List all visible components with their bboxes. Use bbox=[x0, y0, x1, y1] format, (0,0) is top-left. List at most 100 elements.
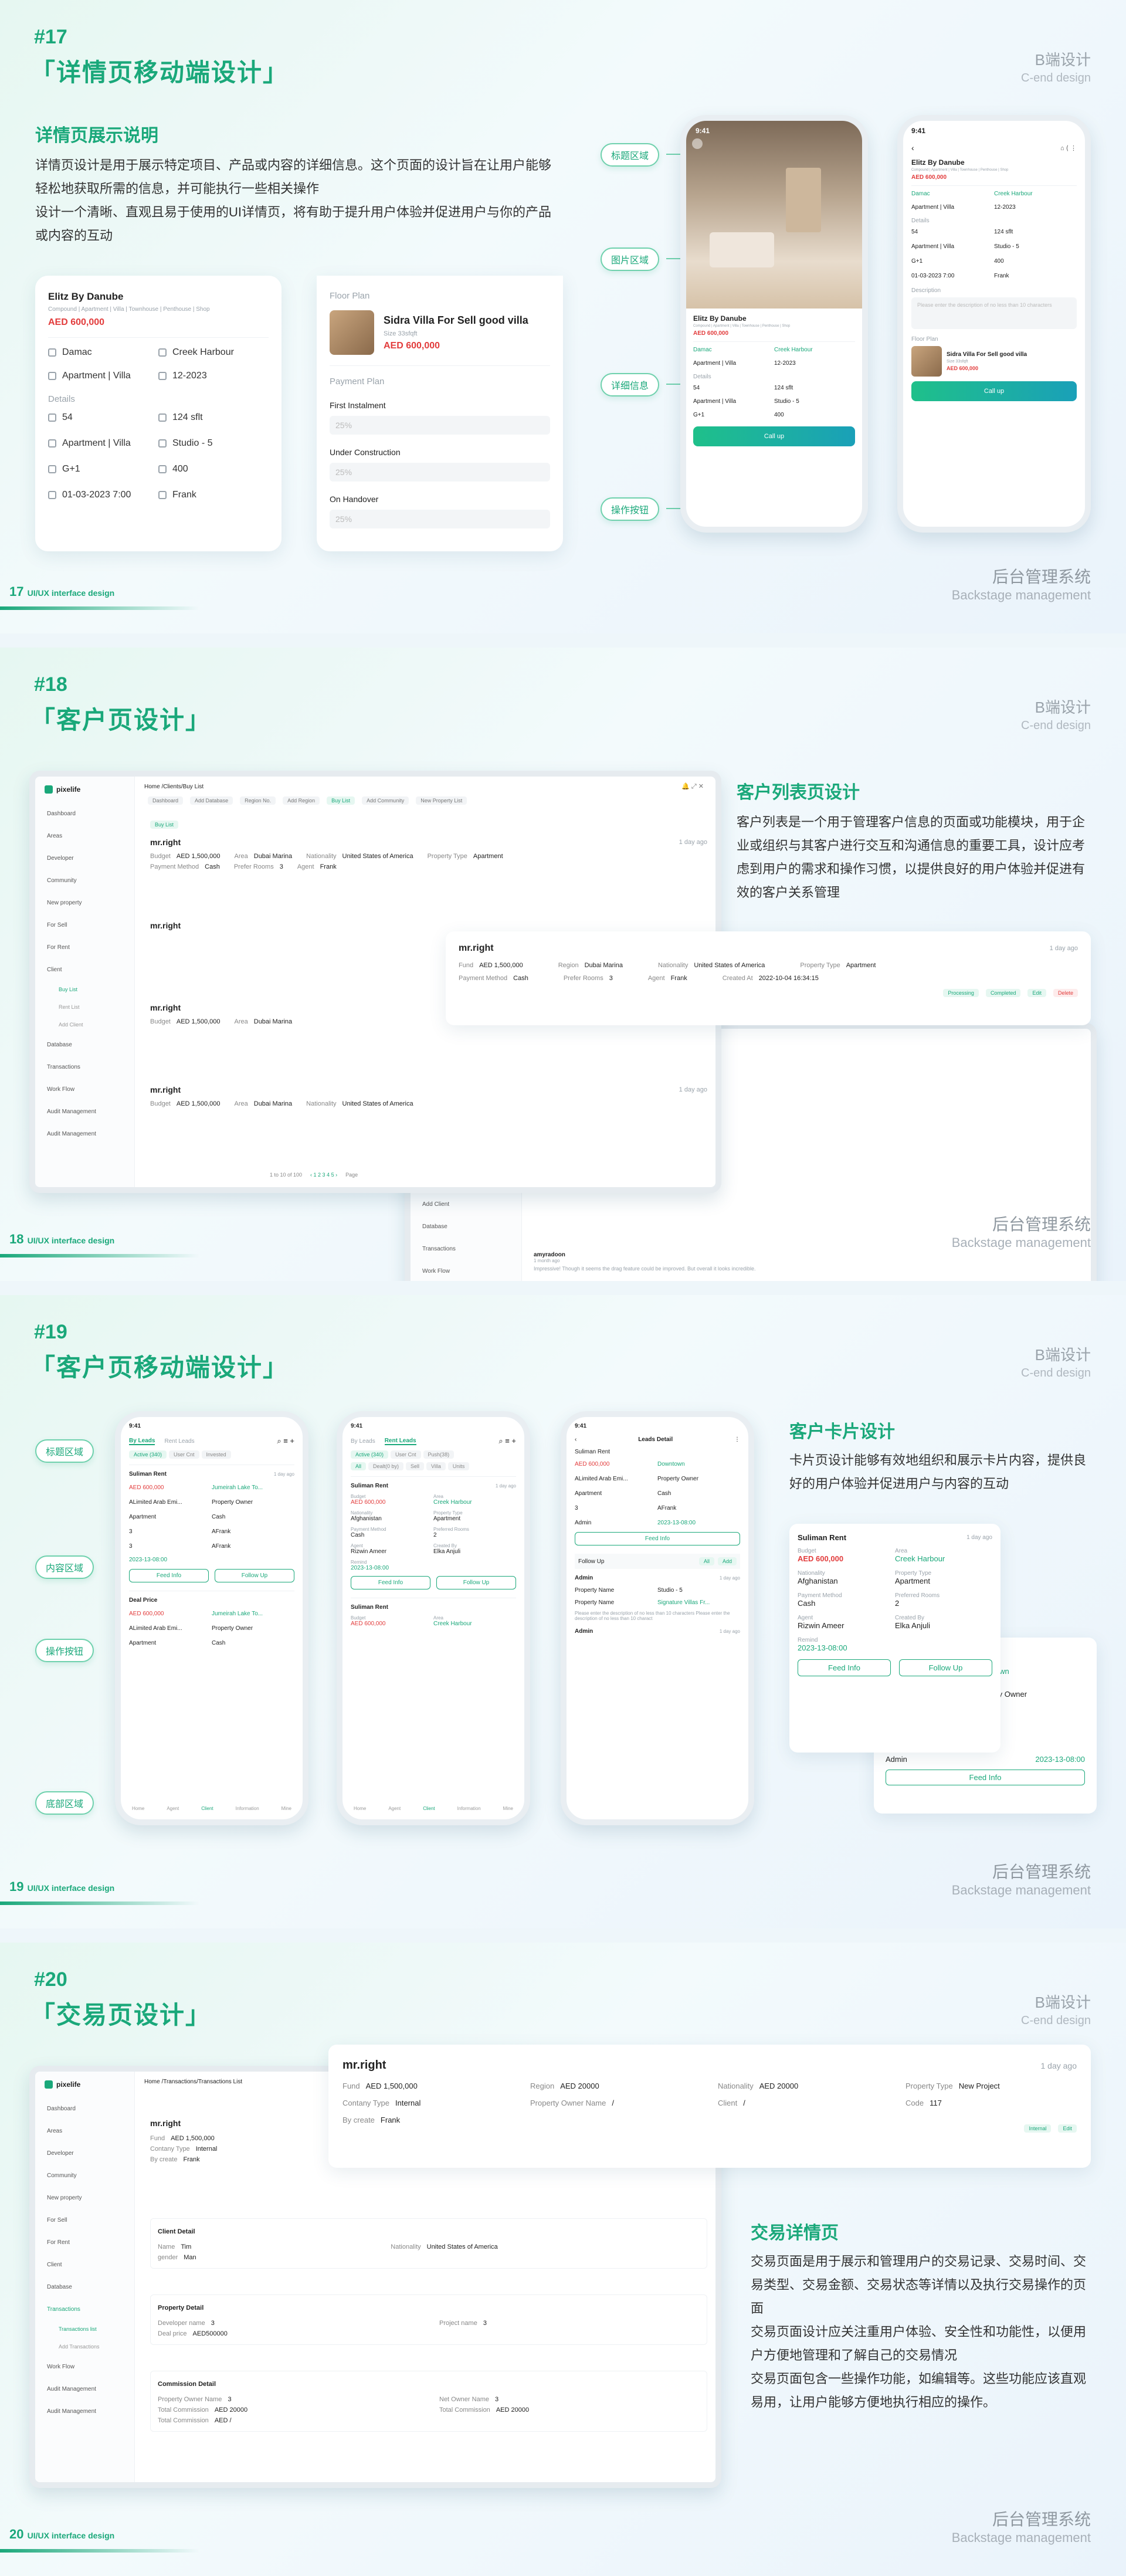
sidebar-item-buy-list[interactable]: Buy List bbox=[35, 981, 134, 998]
back-icon[interactable]: ‹ bbox=[911, 143, 914, 152]
feed-info-button[interactable]: Feed Info bbox=[798, 1659, 891, 1676]
filter-tab[interactable]: Add Community bbox=[362, 796, 409, 805]
delete-button[interactable]: Delete bbox=[1053, 989, 1078, 997]
nav-agent[interactable]: Agent bbox=[388, 1806, 401, 1811]
client-card[interactable]: Suliman Rent 1 day ago Budget AED 600,000 … bbox=[789, 1524, 1000, 1753]
filter-all[interactable]: All bbox=[698, 1557, 714, 1565]
transaction-popup-card[interactable]: mr.right 1 day ago Fund AED 1,500,000 Regi… bbox=[328, 2045, 1091, 2168]
tab-by-leads[interactable]: By Leads bbox=[351, 1438, 375, 1445]
follow-up-button[interactable]: Follow Up bbox=[436, 1576, 516, 1589]
filter-invested[interactable]: Invested bbox=[201, 1450, 231, 1459]
nav-mine[interactable]: Mine bbox=[503, 1806, 513, 1811]
feed-info-button[interactable]: Feed Info bbox=[575, 1532, 740, 1545]
action-icons[interactable]: ⌂ ⟨ ⋮ bbox=[1060, 144, 1077, 152]
sidebar-item-audit[interactable]: Audit Management bbox=[35, 1100, 134, 1123]
description-field[interactable]: Please enter the description of no less … bbox=[911, 297, 1077, 329]
location-1[interactable]: Damac bbox=[693, 347, 774, 353]
handover-field[interactable]: 25% bbox=[330, 510, 550, 528]
filter-push[interactable]: Push(38) bbox=[423, 1450, 455, 1459]
sidebar-item-client[interactable]: Client bbox=[35, 2253, 134, 2276]
search-filter-add-icons[interactable]: ⌕ ≡ + bbox=[498, 1436, 516, 1446]
nav-agent[interactable]: Agent bbox=[167, 1806, 179, 1811]
lead-card-2[interactable]: Deal Price AED 600,000 Jumeirah Lake To.… bbox=[129, 1591, 294, 1646]
sidebar-item-transactions-list[interactable]: Transactions list bbox=[35, 2320, 134, 2338]
sidebar-item-transactions[interactable]: Transactions bbox=[35, 1056, 134, 1078]
filter-user[interactable]: User Cnt bbox=[391, 1450, 421, 1459]
sidebar-item-add-transactions[interactable]: Add Transactions bbox=[35, 2338, 134, 2355]
client-row[interactable]: mr.right 1 day ago Budget AED 1,500,000 Ar… bbox=[150, 1085, 707, 1107]
sidebar-item-for-rent[interactable]: For Rent bbox=[35, 2231, 134, 2253]
sidebar-item-areas[interactable]: Areas bbox=[35, 2120, 134, 2142]
more-icon[interactable]: ⋮ bbox=[734, 1436, 740, 1443]
pagination[interactable]: 1 to 10 of 100 ‹ 1 2 3 4 5 › Page bbox=[270, 1172, 358, 1178]
sidebar-item-for-sell[interactable]: For Sell bbox=[35, 914, 134, 936]
sidebar-item-community[interactable]: Community bbox=[35, 869, 134, 892]
filter-tab[interactable]: Dashboard bbox=[148, 796, 184, 805]
completed-badge[interactable]: Completed bbox=[985, 989, 1021, 997]
follow-up-item[interactable]: Admin 1 day ago Property Name Studio - 5 … bbox=[575, 1575, 740, 1621]
sidebar-item-work-flow[interactable]: Work Flow bbox=[35, 1078, 134, 1100]
filter-tab[interactable]: New Property List bbox=[416, 796, 467, 805]
nav-home[interactable]: Home bbox=[354, 1806, 366, 1811]
lead-card-2[interactable]: Suliman Rent Budget AED 600,000 Area Creek… bbox=[351, 1598, 516, 1627]
sidebar-item-new-property[interactable]: New property bbox=[35, 2187, 134, 2209]
sidebar-item-audit-2[interactable]: Audit Management bbox=[35, 2400, 134, 2422]
back-icon[interactable] bbox=[692, 138, 703, 149]
follow-up-button[interactable]: Follow Up bbox=[899, 1659, 992, 1676]
buy-list-chip[interactable]: Buy List bbox=[150, 821, 179, 829]
sidebar-item-audit[interactable]: Audit Management bbox=[35, 2378, 134, 2400]
location-2[interactable]: Creek Harbour bbox=[158, 347, 269, 358]
sidebar-item-work-flow[interactable]: Work Flow bbox=[35, 2355, 134, 2378]
location-1[interactable]: Damac bbox=[911, 191, 994, 197]
sidebar-item-transactions[interactable]: Transactions bbox=[35, 2298, 134, 2320]
location-1[interactable]: Damac bbox=[48, 347, 158, 358]
internal-badge[interactable]: Internal bbox=[1024, 2124, 1052, 2133]
feed-info-button[interactable]: Feed Info bbox=[129, 1569, 209, 1582]
chip[interactable]: Units bbox=[447, 1462, 470, 1470]
filter-active[interactable]: Active (340) bbox=[129, 1450, 167, 1459]
side-item[interactable]: Work Flow bbox=[411, 1260, 521, 1281]
sidebar-item-database[interactable]: Database bbox=[35, 1033, 134, 1056]
tab-by-leads[interactable]: By Leads bbox=[129, 1438, 155, 1445]
sidebar-item-rent-list[interactable]: Rent List bbox=[35, 998, 134, 1016]
sidebar-item-client[interactable]: Client bbox=[35, 958, 134, 981]
side-item[interactable]: Transactions bbox=[411, 1238, 521, 1260]
sidebar-item-for-sell[interactable]: For Sell bbox=[35, 2209, 134, 2231]
client-popup-card[interactable]: mr.right 1 day ago Fund AED 1,500,000 Regi… bbox=[446, 931, 1091, 1025]
sidebar-item-new-property[interactable]: New property bbox=[35, 892, 134, 914]
lead-card[interactable]: Suliman Rent 1 day ago Budget AED 600,000 … bbox=[351, 1476, 516, 1589]
floor-plan-item[interactable]: Sidra Villa For Sell good villa Size 33s… bbox=[330, 310, 550, 355]
call-up-button[interactable]: Call up bbox=[693, 426, 855, 446]
nav-client[interactable]: Client bbox=[423, 1806, 435, 1811]
chip[interactable]: Sell bbox=[406, 1462, 425, 1470]
filter-tab-active[interactable]: Buy List bbox=[327, 796, 355, 805]
chip[interactable]: Villa bbox=[426, 1462, 446, 1470]
under-construction-field[interactable]: 25% bbox=[330, 463, 550, 482]
nav-client[interactable]: Client bbox=[201, 1806, 213, 1811]
sidebar-item-dashboard[interactable]: Dashboard bbox=[35, 802, 134, 825]
lead-card[interactable]: Suliman Rent 1 day ago AED 600,000 Jumeir… bbox=[129, 1465, 294, 1582]
filter-tab[interactable]: Region No. bbox=[240, 796, 276, 805]
follow-up-button[interactable]: Follow Up bbox=[215, 1569, 294, 1582]
side-item[interactable]: Add Client bbox=[411, 1193, 521, 1215]
client-row[interactable]: mr.right 1 day ago Budget AED 1,500,000 Ar… bbox=[150, 838, 707, 870]
filter-tab[interactable]: Add Database bbox=[190, 796, 233, 805]
filter-tab[interactable]: Add Region bbox=[283, 796, 320, 805]
nav-mine[interactable]: Mine bbox=[282, 1806, 291, 1811]
processing-badge[interactable]: Processing bbox=[943, 989, 979, 997]
feed-info-button[interactable]: Feed Info bbox=[351, 1576, 430, 1589]
location-2[interactable]: Creek Harbour bbox=[774, 347, 855, 353]
sidebar-item-developer[interactable]: Developer bbox=[35, 2142, 134, 2164]
tab-rent-leads[interactable]: Rent Leads bbox=[384, 1438, 416, 1445]
chip[interactable]: All bbox=[351, 1462, 367, 1470]
follow-up-item-2[interactable]: Admin 1 day ago bbox=[575, 1628, 740, 1635]
sidebar-item-add-client[interactable]: Add Client bbox=[35, 1016, 134, 1033]
sidebar-item-developer[interactable]: Developer bbox=[35, 847, 134, 869]
edit-button[interactable]: Edit bbox=[1058, 2124, 1077, 2133]
first-instalment-field[interactable]: 25% bbox=[330, 416, 550, 435]
nav-information[interactable]: Information bbox=[236, 1806, 259, 1811]
search-filter-add-icons[interactable]: ⌕ ≡ + bbox=[277, 1436, 294, 1446]
header-icons[interactable]: 🔔 ⤢ ✕ bbox=[681, 782, 704, 791]
tab-rent-leads[interactable]: Rent Leads bbox=[164, 1438, 194, 1445]
sidebar-item-dashboard[interactable]: Dashboard bbox=[35, 2097, 134, 2120]
